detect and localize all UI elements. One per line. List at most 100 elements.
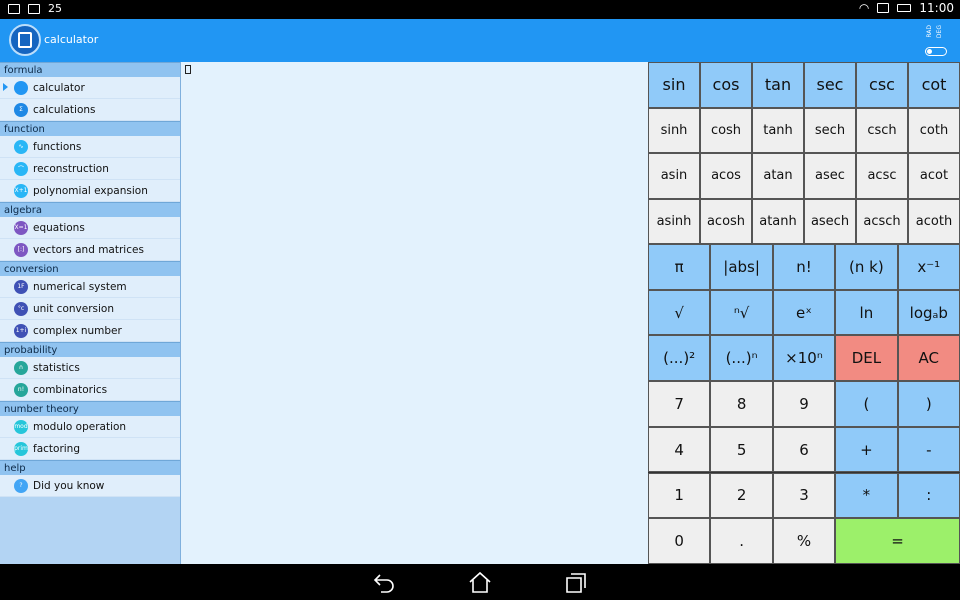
sqrt-key[interactable]: √ <box>648 289 711 336</box>
digit-5-key[interactable]: 5 <box>710 426 773 473</box>
equals-key[interactable]: = <box>835 518 960 564</box>
close-paren-key[interactable]: ) <box>897 381 960 427</box>
back-icon[interactable] <box>372 571 396 593</box>
navigation-bar <box>0 564 960 600</box>
inverse-key[interactable]: x⁻¹ <box>897 244 960 290</box>
sidebar-item-did-you-know[interactable]: ? Did you know <box>0 475 180 497</box>
rad-deg-toggle[interactable]: RAD DEG <box>924 25 950 57</box>
exp-key[interactable]: eˣ <box>772 289 836 336</box>
wave-icon: ∿ <box>14 139 28 154</box>
sidebar-item-label: modulo operation <box>33 420 127 433</box>
sec-key[interactable]: sec <box>804 62 856 108</box>
deg-label: DEG <box>936 25 943 39</box>
sidebar-item-complex-number[interactable]: 1+i complex number <box>0 320 180 342</box>
sidebar-item-equations[interactable]: X=1 equations <box>0 217 180 239</box>
csch-key[interactable]: csch <box>856 107 908 153</box>
sidebar-item-label: functions <box>33 140 82 153</box>
minus-key[interactable]: - <box>897 426 960 473</box>
digit-7-key[interactable]: 7 <box>648 381 711 427</box>
sidebar-item-polynomial-expansion[interactable]: X+1 polynomial expansion <box>0 180 180 202</box>
sidebar-item-label: calculator <box>33 81 85 94</box>
factorial-key[interactable]: n! <box>772 244 836 290</box>
acsch-key[interactable]: acsch <box>856 198 908 244</box>
sidebar-item-label: calculations <box>33 103 96 116</box>
input-cursor[interactable] <box>185 65 191 74</box>
csc-key[interactable]: csc <box>856 62 908 108</box>
sidebar-item-label: polynomial expansion <box>33 184 148 197</box>
binomial-key[interactable]: (n k) <box>835 244 898 290</box>
acoth-key[interactable]: acoth <box>908 198 960 244</box>
digit-8-key[interactable]: 8 <box>710 381 773 427</box>
toggle-knob <box>927 49 932 54</box>
square-key[interactable]: (...)² <box>648 335 711 382</box>
atan-key[interactable]: atan <box>752 153 804 199</box>
acsc-key[interactable]: acsc <box>856 153 908 199</box>
sidebar-item-statistics[interactable]: ∩ statistics <box>0 357 180 379</box>
sidebar-item-label: reconstruction <box>33 162 109 175</box>
home-icon[interactable] <box>468 571 492 593</box>
acos-key[interactable]: acos <box>700 153 752 199</box>
asec-key[interactable]: asec <box>804 153 856 199</box>
open-paren-key[interactable]: ( <box>835 381 898 427</box>
percent-key[interactable]: % <box>772 518 836 564</box>
calculator-icon <box>18 32 32 48</box>
sidebar-item-calculator[interactable]: calculator <box>0 77 180 99</box>
tanh-key[interactable]: tanh <box>752 107 804 153</box>
power-key[interactable]: (...)ⁿ <box>710 335 773 382</box>
digit-4-key[interactable]: 4 <box>648 426 711 473</box>
asinh-key[interactable]: asinh <box>648 198 700 244</box>
atanh-key[interactable]: atanh <box>752 198 804 244</box>
sidebar-item-numerical-system[interactable]: 1F numerical system <box>0 276 180 298</box>
acosh-key[interactable]: acosh <box>700 198 752 244</box>
tan-key[interactable]: tan <box>752 62 804 108</box>
cosh-key[interactable]: cosh <box>700 107 752 153</box>
digit-9-key[interactable]: 9 <box>772 381 836 427</box>
pi-key[interactable]: π <box>648 244 711 290</box>
sidebar-item-combinatorics[interactable]: n! combinatorics <box>0 379 180 401</box>
nth-root-key[interactable]: ⁿ√ <box>710 289 773 336</box>
sidebar-item-functions[interactable]: ∿ functions <box>0 136 180 158</box>
complex-icon: 1+i <box>14 323 28 338</box>
sidebar-item-calculations[interactable]: Σcalculations <box>0 99 180 121</box>
digit-3-key[interactable]: 3 <box>772 472 836 519</box>
sin-key[interactable]: sin <box>648 62 700 108</box>
asin-key[interactable]: asin <box>648 153 700 199</box>
sidebar-item-reconstruction[interactable]: ⌒ reconstruction <box>0 158 180 180</box>
divide-key[interactable]: : <box>897 472 960 519</box>
digit-6-key[interactable]: 6 <box>772 426 836 473</box>
bell-curve-icon: ∩ <box>14 360 28 375</box>
multiply-key[interactable]: * <box>835 472 898 519</box>
cos-key[interactable]: cos <box>700 62 752 108</box>
log-key[interactable]: logₐb <box>897 289 960 336</box>
sidebar: formula calculator Σcalculations function ∿ f… <box>0 62 181 564</box>
wifi-icon: ◠ <box>858 1 870 15</box>
digit-1-key[interactable]: 1 <box>648 472 711 519</box>
plus-key[interactable]: + <box>835 426 898 473</box>
expression-workspace[interactable] <box>181 62 648 564</box>
toggle-switch[interactable] <box>925 47 947 56</box>
app-logo[interactable] <box>9 24 41 56</box>
sidebar-item-factoring[interactable]: prim factoring <box>0 438 180 460</box>
abs-key[interactable]: |abs| <box>710 244 773 290</box>
digit-2-key[interactable]: 2 <box>710 472 773 519</box>
thermometer-icon: °c <box>14 301 28 316</box>
sidebar-item-vectors-and-matrices[interactable]: [:] vectors and matrices <box>0 239 180 261</box>
clear-key[interactable]: AC <box>897 335 960 382</box>
ln-key[interactable]: ln <box>835 289 898 336</box>
asech-key[interactable]: asech <box>804 198 856 244</box>
acot-key[interactable]: acot <box>908 153 960 199</box>
recent-apps-icon[interactable] <box>564 571 588 593</box>
sidebar-item-label: factoring <box>33 442 80 455</box>
clock: 11:00 <box>919 1 954 15</box>
sidebar-item-unit-conversion[interactable]: °c unit conversion <box>0 298 180 320</box>
sech-key[interactable]: sech <box>804 107 856 153</box>
cot-key[interactable]: cot <box>908 62 960 108</box>
decimal-key[interactable]: . <box>710 518 773 564</box>
delete-key[interactable]: DEL <box>835 335 898 382</box>
sidebar-item-label: unit conversion <box>33 302 114 315</box>
sci-key[interactable]: ×10ⁿ <box>772 335 836 382</box>
sinh-key[interactable]: sinh <box>648 107 700 153</box>
digit-0-key[interactable]: 0 <box>648 518 711 564</box>
coth-key[interactable]: coth <box>908 107 960 153</box>
sidebar-item-modulo-operation[interactable]: mod modulo operation <box>0 416 180 438</box>
